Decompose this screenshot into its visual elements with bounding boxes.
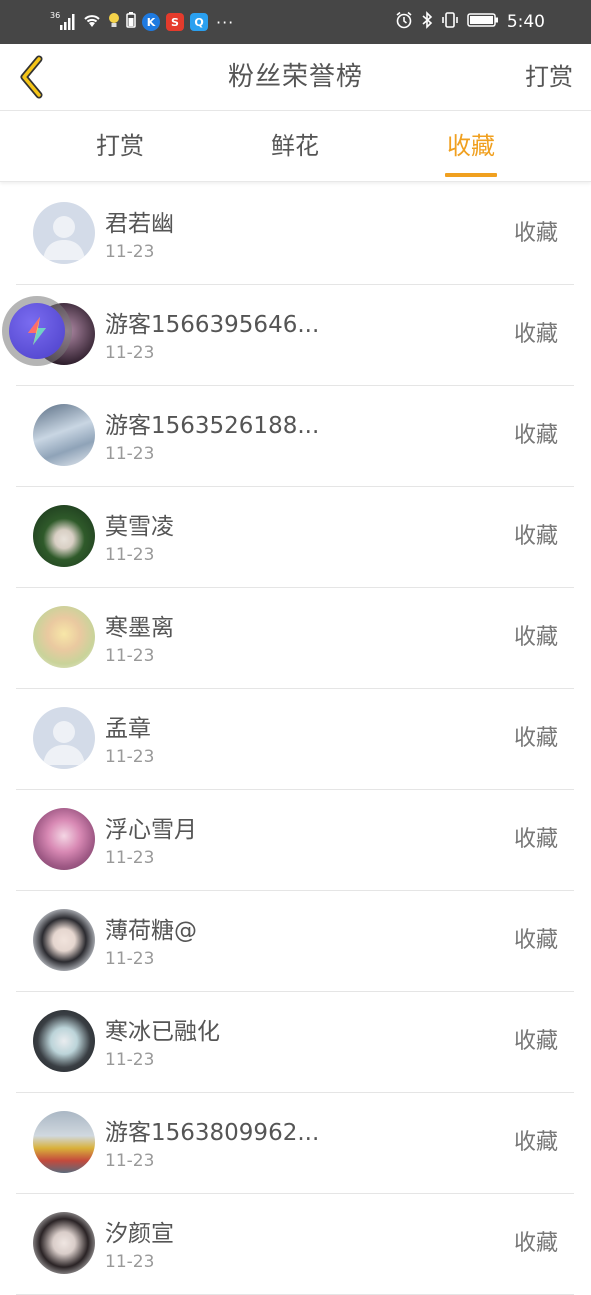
tab-flowers-label: 鲜花 (271, 132, 319, 160)
list-item[interactable]: 游客1563809962... 11-23 收藏 (16, 1093, 574, 1194)
reward-button[interactable]: 打赏 (525, 44, 573, 110)
fan-date: 11-23 (105, 646, 155, 666)
fan-action: 收藏 (513, 1029, 558, 1054)
fan-action: 收藏 (513, 625, 558, 650)
fan-action: 收藏 (513, 1231, 558, 1256)
fan-action: 收藏 (513, 928, 558, 953)
avatar[interactable] (33, 909, 95, 971)
fan-date: 11-23 (105, 848, 155, 868)
vibrate-icon (441, 11, 459, 33)
list-item[interactable]: 寒墨离 11-23 收藏 (16, 588, 574, 689)
fan-date: 11-23 (105, 949, 155, 969)
battery-icon (467, 12, 499, 32)
fan-action: 收藏 (513, 524, 558, 549)
tab-favorites[interactable]: 收藏 (406, 111, 536, 181)
fan-date: 11-23 (105, 343, 155, 363)
list-item[interactable]: 孟章 11-23 收藏 (16, 689, 574, 790)
floating-assistant-button[interactable] (2, 296, 72, 366)
fan-action: 收藏 (513, 322, 558, 347)
fan-list: 君若幽 11-23 收藏 游客1566395646... 11-23 收藏 游客… (16, 184, 574, 1295)
title-bar: 粉丝荣誉榜 打赏 (0, 44, 591, 111)
page-title: 粉丝荣誉榜 (227, 62, 363, 92)
tab-reward-label: 打赏 (96, 132, 144, 160)
status-time: 5:40 (506, 12, 545, 32)
floating-assistant-inner (9, 303, 65, 359)
fan-date: 11-23 (105, 747, 155, 767)
list-item[interactable]: 薄荷糖@ 11-23 收藏 (16, 891, 574, 992)
bulb-icon (108, 12, 120, 32)
signal-icon: 36 (50, 11, 76, 31)
tab-flowers[interactable]: 鲜花 (230, 111, 360, 181)
more-notifications-icon: ··· (216, 12, 235, 32)
battery-small-icon (126, 12, 136, 32)
tab-favorites-label: 收藏 (445, 111, 497, 181)
avatar[interactable] (33, 505, 95, 567)
fan-name: 汐颜宣 (105, 1221, 174, 1247)
fan-name: 莫雪凌 (105, 514, 174, 540)
list-item[interactable]: 寒冰已融化 11-23 收藏 (16, 992, 574, 1093)
status-bar: 36 K S Q ··· 5:40 (0, 0, 591, 44)
tab-reward[interactable]: 打赏 (55, 111, 185, 181)
fan-date: 11-23 (105, 1252, 155, 1272)
list-item[interactable]: 游客1566395646... 11-23 收藏 (16, 285, 574, 386)
fan-action: 收藏 (513, 423, 558, 448)
fan-name: 君若幽 (105, 211, 174, 237)
fan-date: 11-23 (105, 545, 155, 565)
q-app-icon: Q (190, 13, 208, 31)
avatar[interactable] (33, 707, 95, 769)
bluetooth-icon (421, 11, 433, 33)
fan-date: 11-23 (105, 444, 155, 464)
fan-name: 游客1563809962... (105, 1120, 320, 1146)
list-item[interactable]: 浮心雪月 11-23 收藏 (16, 790, 574, 891)
default-avatar-icon (33, 202, 95, 264)
list-item[interactable]: 游客1563526188... 11-23 收藏 (16, 386, 574, 487)
fan-name: 游客1566395646... (105, 312, 320, 338)
alarm-icon (395, 11, 413, 33)
fan-date: 11-23 (105, 1151, 155, 1171)
fan-action: 收藏 (513, 827, 558, 852)
list-item[interactable]: 莫雪凌 11-23 收藏 (16, 487, 574, 588)
tab-bar: 打赏 鲜花 收藏 (0, 111, 591, 182)
fan-name: 孟章 (105, 716, 151, 742)
avatar[interactable] (33, 202, 95, 264)
lightning-icon (28, 317, 46, 345)
fan-name: 游客1563526188... (105, 413, 320, 439)
fan-date: 11-23 (105, 1050, 155, 1070)
avatar[interactable] (33, 1212, 95, 1274)
list-item[interactable]: 君若幽 11-23 收藏 (16, 184, 574, 285)
s-app-icon: S (166, 13, 184, 31)
avatar[interactable] (33, 808, 95, 870)
avatar[interactable] (33, 1111, 95, 1173)
default-avatar-icon (33, 707, 95, 769)
avatar[interactable] (33, 404, 95, 466)
fan-action: 收藏 (513, 726, 558, 751)
fan-date: 11-23 (105, 242, 155, 262)
avatar[interactable] (33, 1010, 95, 1072)
fan-name: 薄荷糖@ (105, 918, 197, 944)
fan-name: 寒墨离 (105, 615, 174, 641)
status-bar-left: 36 K S Q ··· (50, 10, 234, 34)
fan-action: 收藏 (513, 1130, 558, 1155)
fan-action: 收藏 (513, 221, 558, 246)
fan-name: 浮心雪月 (105, 817, 197, 843)
wifi-icon (82, 12, 102, 32)
fan-name: 寒冰已融化 (105, 1019, 220, 1045)
avatar[interactable] (33, 606, 95, 668)
status-bar-right: 5:40 (395, 10, 545, 34)
k-app-icon: K (142, 13, 160, 31)
